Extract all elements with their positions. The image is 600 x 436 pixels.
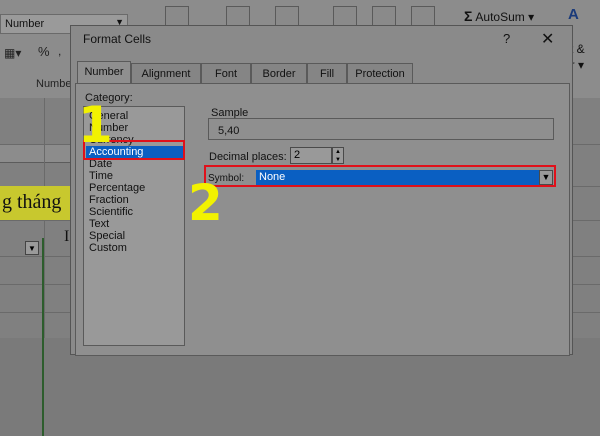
decimal-places-spinner[interactable]: ▲ ▼ [332, 147, 344, 164]
autosum-button[interactable]: Σ AutoSum ▾ [464, 8, 534, 24]
format-cells-dialog: Format Cells ? ✕ Number Alignment Font B… [70, 25, 573, 356]
symbol-highlight-box [204, 165, 556, 187]
number-group-label: Numbe [36, 78, 72, 90]
column-letter: I [64, 228, 70, 245]
decimal-places-label: Decimal places: [209, 151, 287, 163]
filter-dropdown-icon[interactable]: ▼ [25, 241, 39, 255]
category-item-fraction[interactable]: Fraction [89, 194, 129, 206]
conditional-formatting-icon[interactable] [165, 6, 189, 26]
step-number-1: 1 [78, 96, 113, 154]
autosum-label: AutoSum [475, 10, 525, 24]
comma-style-icon[interactable]: , [58, 44, 61, 58]
sample-value: 5,40 [218, 125, 240, 137]
cell-styles-icon[interactable] [275, 6, 299, 26]
sigma-icon: Σ [464, 8, 473, 24]
insert-cells-icon[interactable] [333, 6, 357, 26]
yellow-cell[interactable]: g tháng [0, 186, 72, 220]
format-as-table-icon[interactable] [226, 6, 250, 26]
category-item-time[interactable]: Time [89, 170, 113, 182]
tab-protection[interactable]: Protection [347, 63, 413, 83]
tab-alignment[interactable]: Alignment [131, 63, 201, 83]
category-item-text[interactable]: Text [89, 218, 109, 230]
decimal-places-input[interactable]: 2 [290, 147, 332, 164]
tab-font[interactable]: Font [201, 63, 251, 83]
category-item-custom[interactable]: Custom [89, 242, 127, 254]
tab-border[interactable]: Border [251, 63, 307, 83]
dialog-title: Format Cells [83, 32, 152, 46]
number-format-value: Number [5, 18, 45, 30]
close-button[interactable]: ✕ [541, 29, 554, 49]
tab-fill[interactable]: Fill [307, 63, 347, 83]
help-button[interactable]: ? [503, 31, 510, 46]
sort-filter-icon[interactable]: A [568, 6, 579, 23]
category-item-scientific[interactable]: Scientific [89, 206, 133, 218]
currency-icon[interactable]: ▦▾ [4, 46, 21, 60]
column-header [0, 144, 72, 163]
format-cells-icon[interactable] [411, 6, 435, 26]
category-item-special[interactable]: Special [89, 230, 125, 242]
selection-border [42, 238, 44, 436]
tab-number[interactable]: Number [77, 61, 131, 84]
category-item-percentage[interactable]: Percentage [89, 182, 145, 194]
delete-cells-icon[interactable] [372, 6, 396, 26]
sample-box [208, 118, 554, 140]
percent-button[interactable]: % [38, 44, 50, 59]
step-number-2: 2 [188, 174, 223, 232]
